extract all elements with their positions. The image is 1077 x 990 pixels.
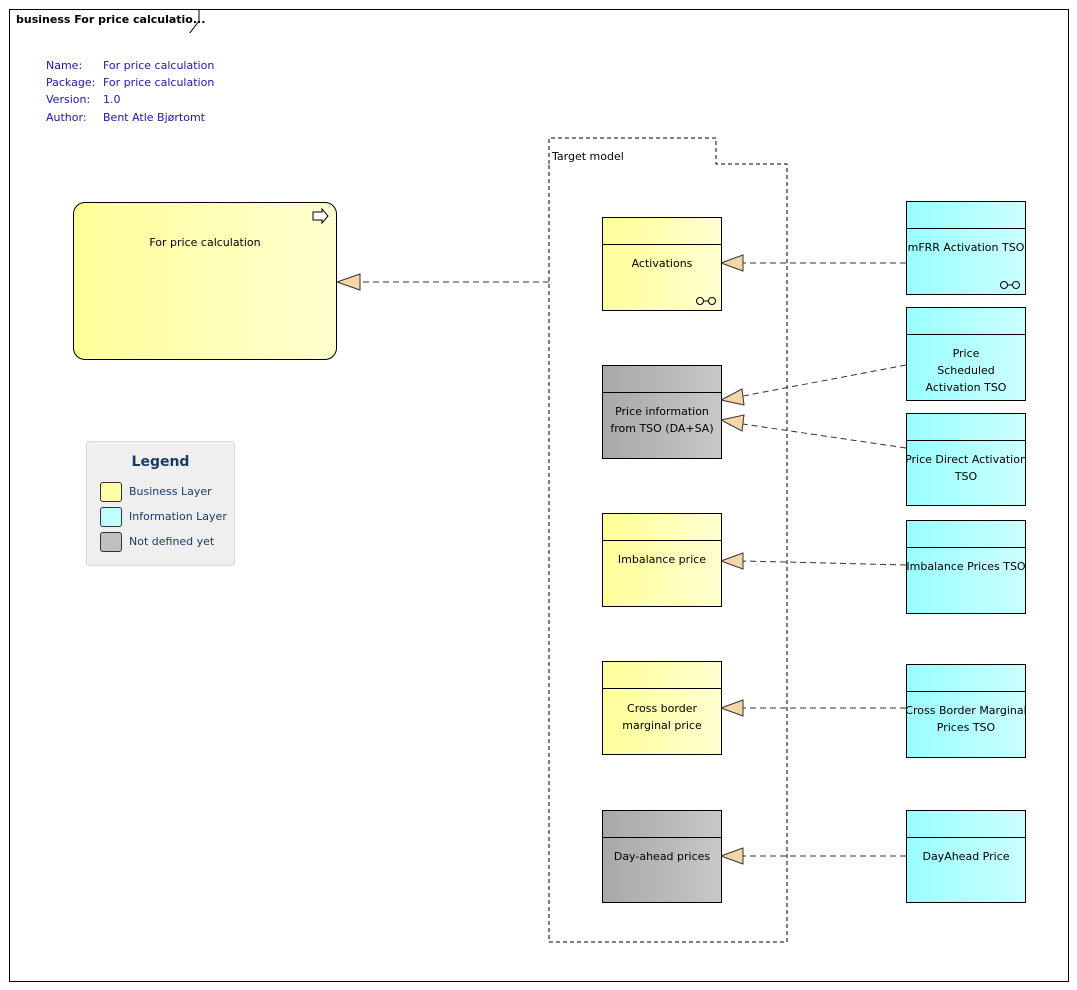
info-object-dayahead-price[interactable]: DayAhead Price bbox=[906, 810, 1026, 903]
node-header bbox=[603, 366, 721, 393]
realization-arrowhead bbox=[719, 847, 744, 865]
legend-label: Information Layer bbox=[129, 510, 227, 523]
node-label: Price information from TSO (DA+SA) bbox=[610, 405, 714, 435]
node-label: Cross Border Marginal Prices TSO bbox=[905, 704, 1027, 734]
relation-line bbox=[742, 560, 907, 566]
node-header bbox=[603, 662, 721, 689]
info-object-cross-border[interactable]: Cross Border Marginal Prices TSO bbox=[905, 664, 1027, 758]
node-header bbox=[907, 202, 1025, 229]
legend-swatch-not-defined bbox=[100, 532, 122, 552]
node-label: Cross border marginal price bbox=[622, 702, 702, 732]
info-object-imbalance-prices[interactable]: Imbalance Prices TSO bbox=[906, 520, 1026, 614]
realization-arrowhead bbox=[719, 414, 745, 432]
node-header bbox=[907, 665, 1025, 692]
business-object-cross-border[interactable]: Cross border marginal price bbox=[602, 661, 722, 755]
node-label: Imbalance price bbox=[617, 553, 707, 566]
info-object-price-scheduled[interactable]: Price Scheduled Activation TSO bbox=[906, 307, 1026, 401]
legend: Legend Business Layer Information Layer … bbox=[86, 441, 235, 566]
node-label: Imbalance Prices TSO bbox=[906, 560, 1026, 573]
node-label: Price Scheduled Activation TSO bbox=[925, 347, 1007, 394]
realization-arrowhead bbox=[719, 388, 745, 406]
interface-icon bbox=[696, 297, 716, 305]
interface-icon bbox=[1000, 281, 1020, 289]
node-header bbox=[907, 308, 1025, 335]
legend-title: Legend bbox=[131, 454, 190, 470]
business-object-price-information[interactable]: Price information from TSO (DA+SA) bbox=[602, 365, 722, 459]
relation-line bbox=[742, 364, 907, 397]
node-label: Price Direct Activation TSO bbox=[905, 453, 1027, 483]
realization-arrowhead bbox=[719, 254, 744, 272]
business-process-arrow-icon bbox=[312, 208, 329, 224]
relation-line bbox=[742, 423, 907, 449]
node-label: For price calculation bbox=[149, 236, 261, 249]
info-object-mfrr-activation[interactable]: mFRR Activation TSO bbox=[906, 201, 1026, 295]
legend-swatch-business bbox=[100, 482, 122, 502]
business-object-day-ahead[interactable]: Day-ahead prices bbox=[602, 810, 722, 903]
node-header bbox=[603, 514, 721, 541]
node-label: mFRR Activation TSO bbox=[907, 241, 1025, 254]
node-header bbox=[907, 521, 1025, 548]
node-header bbox=[603, 811, 721, 838]
node-header bbox=[907, 414, 1025, 441]
business-object-activations[interactable]: Activations bbox=[602, 217, 722, 311]
realization-arrowhead bbox=[335, 273, 361, 291]
realization-arrowhead bbox=[719, 699, 744, 717]
business-object-imbalance-price[interactable]: Imbalance price bbox=[602, 513, 722, 607]
legend-label: Not defined yet bbox=[129, 535, 215, 548]
node-label: Activations bbox=[631, 257, 693, 270]
node-label: Day-ahead prices bbox=[613, 850, 711, 863]
node-label: DayAhead Price bbox=[922, 850, 1010, 863]
legend-swatch-information bbox=[100, 507, 122, 527]
package-label: Target model bbox=[552, 150, 624, 163]
node-header bbox=[603, 218, 721, 245]
node-header bbox=[907, 811, 1025, 838]
info-object-price-direct[interactable]: Price Direct Activation TSO bbox=[905, 413, 1027, 506]
business-process-node[interactable]: For price calculation bbox=[73, 202, 337, 360]
realization-arrowhead bbox=[719, 552, 744, 570]
legend-label: Business Layer bbox=[129, 485, 212, 498]
